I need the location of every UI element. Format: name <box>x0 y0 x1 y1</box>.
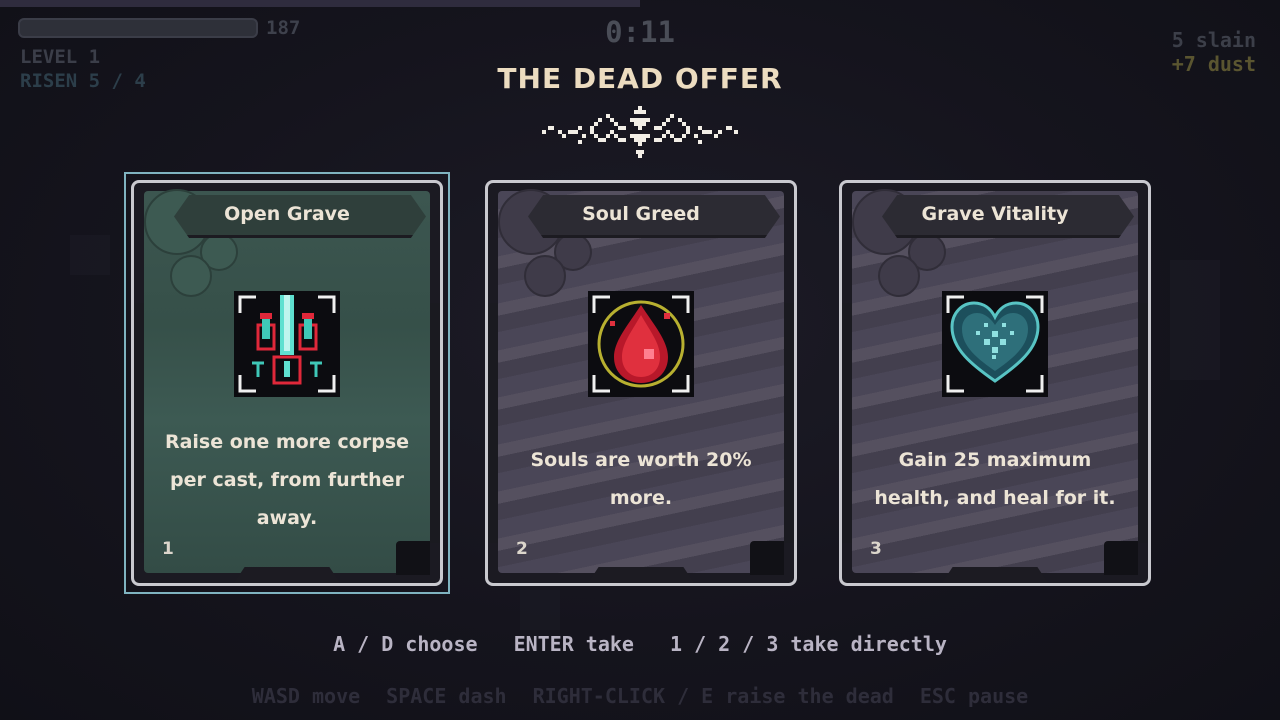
card-corner <box>750 541 784 575</box>
run-timer: 0:11 <box>605 15 675 49</box>
background-ruin <box>520 590 560 630</box>
hint-take-directly: 1 / 2 / 3 take directly <box>669 632 947 656</box>
card-footer <box>942 567 1048 583</box>
card-number: 2 <box>516 539 528 559</box>
selection-hints: A / D choose ENTER take 1 / 2 / 3 take d… <box>0 632 1280 656</box>
ornament-flourish-icon <box>542 106 738 158</box>
control-hints: WASD move SPACE dash RIGHT-CLICK / E rai… <box>0 684 1280 708</box>
card-description: Raise one more corpse per cast, from fur… <box>164 431 410 529</box>
control-pause: ESC pause <box>919 684 1029 708</box>
card-description: Gain 25 maximum health, and heal for it. <box>874 449 1116 509</box>
card-soul-greed[interactable]: Soul Greed Souls are worth 20% more. 2 <box>485 180 797 586</box>
hint-choose: A / D choose <box>333 632 478 656</box>
hint-take: ENTER take <box>513 632 634 656</box>
card-name: Grave Vitality <box>921 203 1069 225</box>
card-footer <box>588 567 694 583</box>
card-frame-edge <box>430 303 440 543</box>
background-ruin <box>70 235 110 275</box>
card-frame-edge <box>488 303 498 543</box>
background-ruin <box>1170 260 1220 380</box>
offer-title: THE DEAD OFFER <box>497 62 783 95</box>
open-grave-icon <box>234 291 340 397</box>
card-description: Souls are worth 20% more. <box>530 449 752 509</box>
card-footer <box>234 567 340 583</box>
card-corner <box>1104 541 1138 575</box>
card-name: Soul Greed <box>582 203 700 225</box>
card-number: 3 <box>870 539 882 559</box>
card-frame-edge <box>784 303 794 543</box>
control-dash: SPACE dash <box>386 684 507 708</box>
card-bubble <box>878 255 920 297</box>
card-corner <box>396 541 430 575</box>
card-name: Open Grave <box>224 203 350 225</box>
card-frame-edge <box>134 303 144 543</box>
card-number: 1 <box>162 539 174 559</box>
blood-drop-icon <box>588 291 694 397</box>
game-screen: 187 LEVEL 1 RISEN 5 / 4 0:11 5 slain +7 … <box>0 0 1280 720</box>
card-bubble <box>170 255 212 297</box>
card-frame-edge <box>1138 303 1148 543</box>
card-frame-edge <box>842 303 852 543</box>
heart-icon <box>942 291 1048 397</box>
slain-count: 5 slain <box>1171 28 1256 52</box>
control-move: WASD move <box>251 684 361 708</box>
top-progress-strip <box>0 0 640 7</box>
card-open-grave[interactable]: Open Grave Raise one more corpse per cas… <box>131 180 443 586</box>
card-grave-vitality[interactable]: Grave Vitality Gain 25 maximum health, a… <box>839 180 1151 586</box>
card-bubble <box>524 255 566 297</box>
control-raise: RIGHT-CLICK / E raise the dead <box>532 684 894 708</box>
